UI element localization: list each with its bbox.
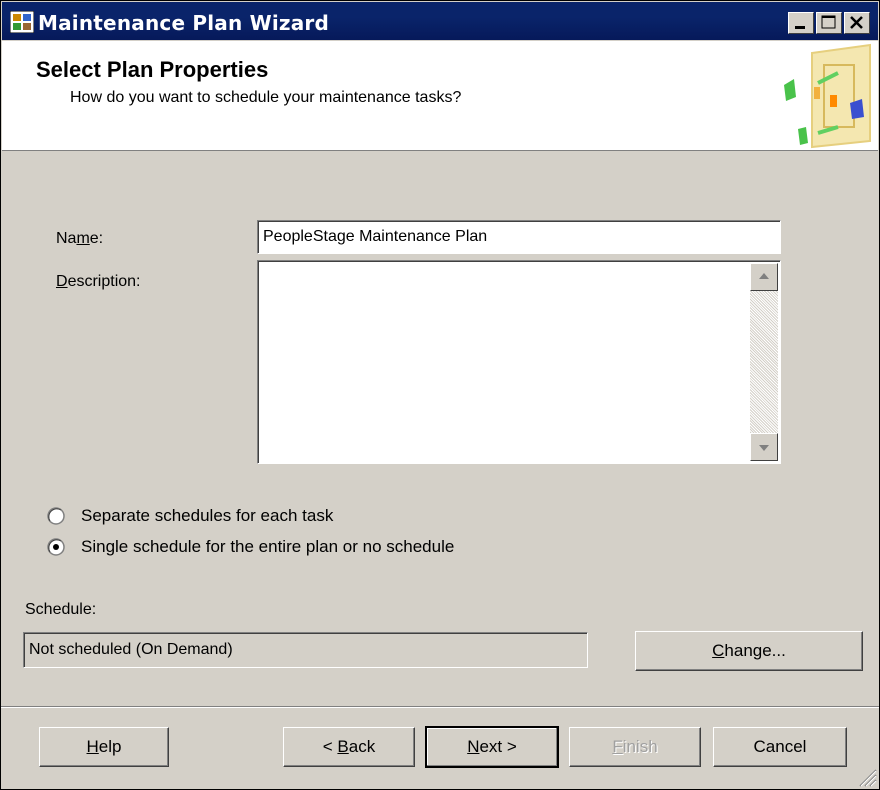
minimize-icon — [795, 26, 805, 29]
name-label-accelerator: m — [76, 230, 90, 247]
help-label: elp — [98, 737, 122, 756]
finish-button: Finish — [569, 727, 701, 767]
radio-single-schedule[interactable] — [47, 538, 65, 556]
scroll-up-button[interactable] — [750, 263, 778, 291]
close-icon — [850, 16, 863, 29]
change-schedule-button[interactable]: Change... — [635, 631, 863, 671]
wizard-header: Select Plan Properties How do you want t… — [2, 41, 878, 151]
help-accelerator: H — [86, 737, 99, 756]
radio-separate-schedules-label[interactable]: Separate schedules for each task — [81, 506, 333, 526]
schedule-label: Schedule: — [25, 601, 97, 618]
arrow-up-icon — [759, 273, 769, 279]
back-label: ack — [348, 737, 376, 756]
description-label-text: escription: — [67, 273, 141, 290]
help-button[interactable]: Help — [39, 727, 169, 767]
page-title: Select Plan Properties — [36, 57, 269, 82]
back-label-prefix: < — [322, 737, 338, 756]
schedule-value-field: Not scheduled (On Demand) — [23, 632, 588, 668]
maximize-button[interactable] — [816, 12, 842, 34]
next-button[interactable]: Next > — [425, 726, 559, 768]
description-textarea[interactable] — [257, 260, 781, 464]
back-accelerator: B — [337, 737, 349, 756]
app-icon — [10, 11, 34, 33]
radio-separate-schedules[interactable] — [47, 507, 65, 525]
description-label: Description: — [56, 273, 140, 291]
next-label: ext > — [479, 737, 517, 756]
plan-name-input[interactable]: PeopleStage Maintenance Plan — [257, 220, 781, 254]
change-accelerator: C — [712, 641, 725, 660]
wizard-window: Maintenance Plan Wizard Select Plan Prop… — [0, 0, 880, 790]
wizard-illustration-icon — [784, 43, 871, 149]
window-title: Maintenance Plan Wizard — [38, 11, 330, 35]
radio-single-schedule-label[interactable]: Single schedule for the entire plan or n… — [81, 537, 454, 557]
finish-label: inish — [622, 737, 658, 756]
arrow-down-icon — [759, 445, 769, 451]
minimize-button[interactable] — [788, 12, 814, 34]
finish-accelerator: F — [612, 737, 623, 756]
name-label-text-end: e: — [89, 230, 104, 247]
title-bar[interactable]: Maintenance Plan Wizard — [2, 2, 878, 40]
resize-grip-icon[interactable] — [855, 765, 877, 787]
close-button[interactable] — [844, 12, 870, 34]
footer-divider — [1, 706, 879, 708]
maximize-icon — [821, 15, 836, 29]
description-scrollbar[interactable] — [750, 263, 778, 461]
name-label: Name: — [56, 230, 103, 248]
description-label-accelerator: D — [56, 273, 68, 290]
cancel-button[interactable]: Cancel — [713, 727, 847, 767]
name-label-text: Na — [56, 230, 77, 247]
page-subtitle: How do you want to schedule your mainten… — [70, 89, 462, 106]
next-accelerator: N — [467, 737, 480, 756]
change-label: hange... — [724, 641, 786, 660]
scroll-down-button[interactable] — [750, 433, 778, 461]
back-button[interactable]: < Back — [283, 727, 415, 767]
